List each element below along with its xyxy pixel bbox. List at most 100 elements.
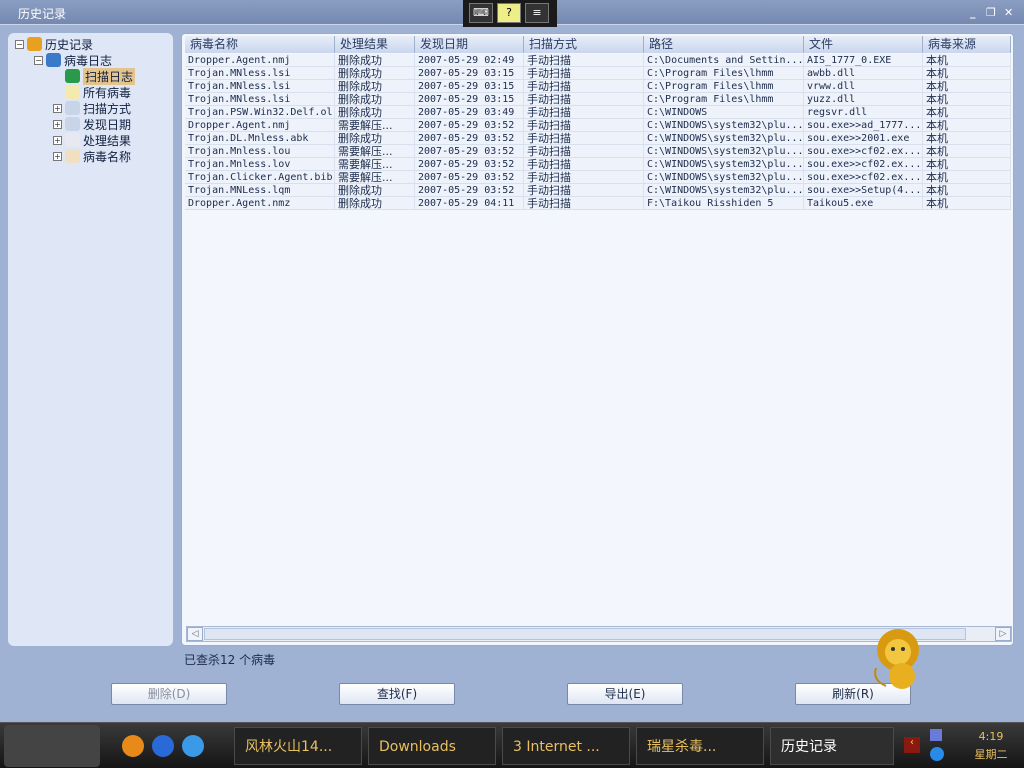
table-cell: Trojan.Mnless.lou: [185, 145, 335, 157]
tray-expand-button[interactable]: ‹: [904, 737, 920, 753]
expander-icon[interactable]: −: [34, 55, 43, 65]
table-cell: C:\Program Files\lhmm: [644, 67, 804, 79]
table-cell: 2007-05-29 03:15: [415, 67, 524, 79]
restore-button[interactable]: ❐: [986, 6, 996, 19]
network-icon[interactable]: [930, 729, 942, 741]
table-cell: 需要解压...: [335, 145, 415, 157]
taskbar-item[interactable]: Downloads: [368, 727, 496, 765]
table-cell: regsvr.dll: [804, 106, 923, 118]
taskbar-item[interactable]: 瑞星杀毒...: [636, 727, 764, 765]
table-cell: 手动扫描: [524, 158, 644, 170]
log-book-icon: [46, 53, 61, 67]
table-cell: 本机: [923, 80, 1011, 92]
table-cell: 本机: [923, 93, 1011, 105]
table-cell: sou.exe>>2001.exe: [804, 132, 923, 144]
table-row[interactable]: Trojan.Mnless.lov 需要解压... 2007-05-29 03:52…: [185, 158, 1011, 171]
column-header[interactable]: 路径: [644, 36, 804, 53]
tree-node[interactable]: − 病毒日志: [34, 52, 112, 68]
table-cell: 删除成功: [335, 184, 415, 196]
bug-doc-icon: [65, 149, 80, 163]
table-row[interactable]: Trojan.MNLess.lqm 删除成功 2007-05-29 03:52 手动扫…: [185, 184, 1011, 197]
column-header[interactable]: 扫描方式: [524, 36, 644, 53]
table-row[interactable]: Trojan.MNless.lsi 删除成功 2007-05-29 03:15 手动扫…: [185, 67, 1011, 80]
taskbar-item[interactable]: 历史记录: [770, 727, 894, 765]
table-row[interactable]: Trojan.PSW.Win32.Delf.ol 删除成功 2007-05-29 0…: [185, 106, 1011, 119]
ie-tray-icon[interactable]: [930, 747, 944, 761]
table-cell: C:\Documents and Settin...: [644, 54, 804, 66]
column-header[interactable]: 病毒来源: [923, 36, 1011, 53]
table-cell: 手动扫描: [524, 184, 644, 196]
keyboard-icon[interactable]: ⌨: [469, 3, 493, 23]
table-row[interactable]: Trojan.DL.Mnless.abk 删除成功 2007-05-29 03:52…: [185, 132, 1011, 145]
table-row[interactable]: Dropper.Agent.nmj 需要解压... 2007-05-29 03:52…: [185, 119, 1011, 132]
tree-node[interactable]: + 病毒名称: [53, 148, 131, 164]
table-cell: vrww.dll: [804, 80, 923, 92]
scan-log-icon: [65, 69, 80, 83]
tree-node[interactable]: + 处理结果: [53, 132, 131, 148]
help-icon[interactable]: ?: [497, 3, 521, 23]
books-icon: [27, 37, 42, 51]
expander-icon[interactable]: −: [15, 39, 24, 49]
table-row[interactable]: Trojan.MNless.lsi 删除成功 2007-05-29 03:15 手动扫…: [185, 80, 1011, 93]
tree-node[interactable]: + 扫描方式: [53, 100, 131, 116]
table-cell: sou.exe>>ad_1777...: [804, 119, 923, 131]
export-button[interactable]: 导出(E): [567, 683, 683, 705]
column-header[interactable]: 病毒名称: [185, 36, 335, 53]
browser-icon[interactable]: [182, 735, 204, 757]
table-row[interactable]: Dropper.Agent.nmj 删除成功 2007-05-29 02:49 手动扫…: [185, 54, 1011, 67]
firefox-icon[interactable]: [122, 735, 144, 757]
menu-icon[interactable]: ≡: [525, 3, 549, 23]
table-cell: 2007-05-29 03:52: [415, 119, 524, 131]
table-cell: 删除成功: [335, 54, 415, 66]
table-cell: yuzz.dll: [804, 93, 923, 105]
tree-node[interactable]: 扫描日志: [53, 67, 136, 85]
column-header[interactable]: 处理结果: [335, 36, 415, 53]
scroll-left-button[interactable]: ◁: [187, 627, 203, 641]
expander-icon[interactable]: +: [53, 103, 62, 113]
table-cell: 本机: [923, 54, 1011, 66]
expander-icon[interactable]: +: [53, 119, 62, 129]
tree-node[interactable]: + 发现日期: [53, 116, 131, 132]
table-cell: 手动扫描: [524, 80, 644, 92]
tree-node[interactable]: − 历史记录: [15, 36, 93, 52]
table-cell: sou.exe>>cf02.ex...: [804, 158, 923, 170]
table-cell: 手动扫描: [524, 197, 644, 209]
table-cell: 本机: [923, 67, 1011, 79]
expander-icon[interactable]: +: [53, 151, 62, 161]
start-button[interactable]: [4, 725, 100, 767]
clock[interactable]: 4:19 星期二: [966, 728, 1016, 764]
table-cell: 手动扫描: [524, 54, 644, 66]
table-cell: AIS_1777_0.EXE: [804, 54, 923, 66]
tree-node-label: 扫描日志: [83, 67, 136, 85]
ie-icon[interactable]: [152, 735, 174, 757]
tree-node-label: 病毒名称: [83, 149, 132, 164]
table-cell: 手动扫描: [524, 145, 644, 157]
table-cell: C:\Program Files\lhmm: [644, 93, 804, 105]
find-button[interactable]: 查找(F): [339, 683, 455, 705]
column-header[interactable]: 发现日期: [415, 36, 524, 53]
table-row[interactable]: Dropper.Agent.nmz 删除成功 2007-05-29 04:11 手动扫…: [185, 197, 1011, 210]
taskbar-item[interactable]: 风林火山14...: [234, 727, 362, 765]
tree-node-label: 历史记录: [45, 37, 94, 52]
table-cell: Trojan.Mnless.lov: [185, 158, 335, 170]
table-cell: Trojan.PSW.Win32.Delf.ol: [185, 106, 335, 118]
delete-button[interactable]: 删除(D): [111, 683, 227, 705]
table-row[interactable]: Trojan.MNless.lsi 删除成功 2007-05-29 03:15 手动扫…: [185, 93, 1011, 106]
close-button[interactable]: ✕: [1004, 6, 1013, 19]
expander-icon[interactable]: +: [53, 135, 62, 145]
tree-node[interactable]: 所有病毒: [53, 84, 131, 100]
table-cell: 本机: [923, 171, 1011, 183]
tree-node-label: 处理结果: [83, 133, 132, 148]
scroll-thumb[interactable]: [204, 628, 966, 640]
table-cell: C:\WINDOWS\system32\plu...: [644, 184, 804, 196]
table-cell: 手动扫描: [524, 106, 644, 118]
table-cell: Trojan.MNless.lsi: [185, 80, 335, 92]
table-cell: 2007-05-29 03:15: [415, 80, 524, 92]
taskbar-item[interactable]: 3 Internet ...: [502, 727, 630, 765]
table-row[interactable]: Trojan.Mnless.lou 需要解压... 2007-05-29 03:52…: [185, 145, 1011, 158]
table-cell: 删除成功: [335, 80, 415, 92]
scroll-right-button[interactable]: ▷: [995, 627, 1011, 641]
table-row[interactable]: Trojan.Clicker.Agent.bib 需要解压... 2007-05-2…: [185, 171, 1011, 184]
minimize-button[interactable]: _: [970, 6, 976, 19]
column-header[interactable]: 文件: [804, 36, 923, 53]
